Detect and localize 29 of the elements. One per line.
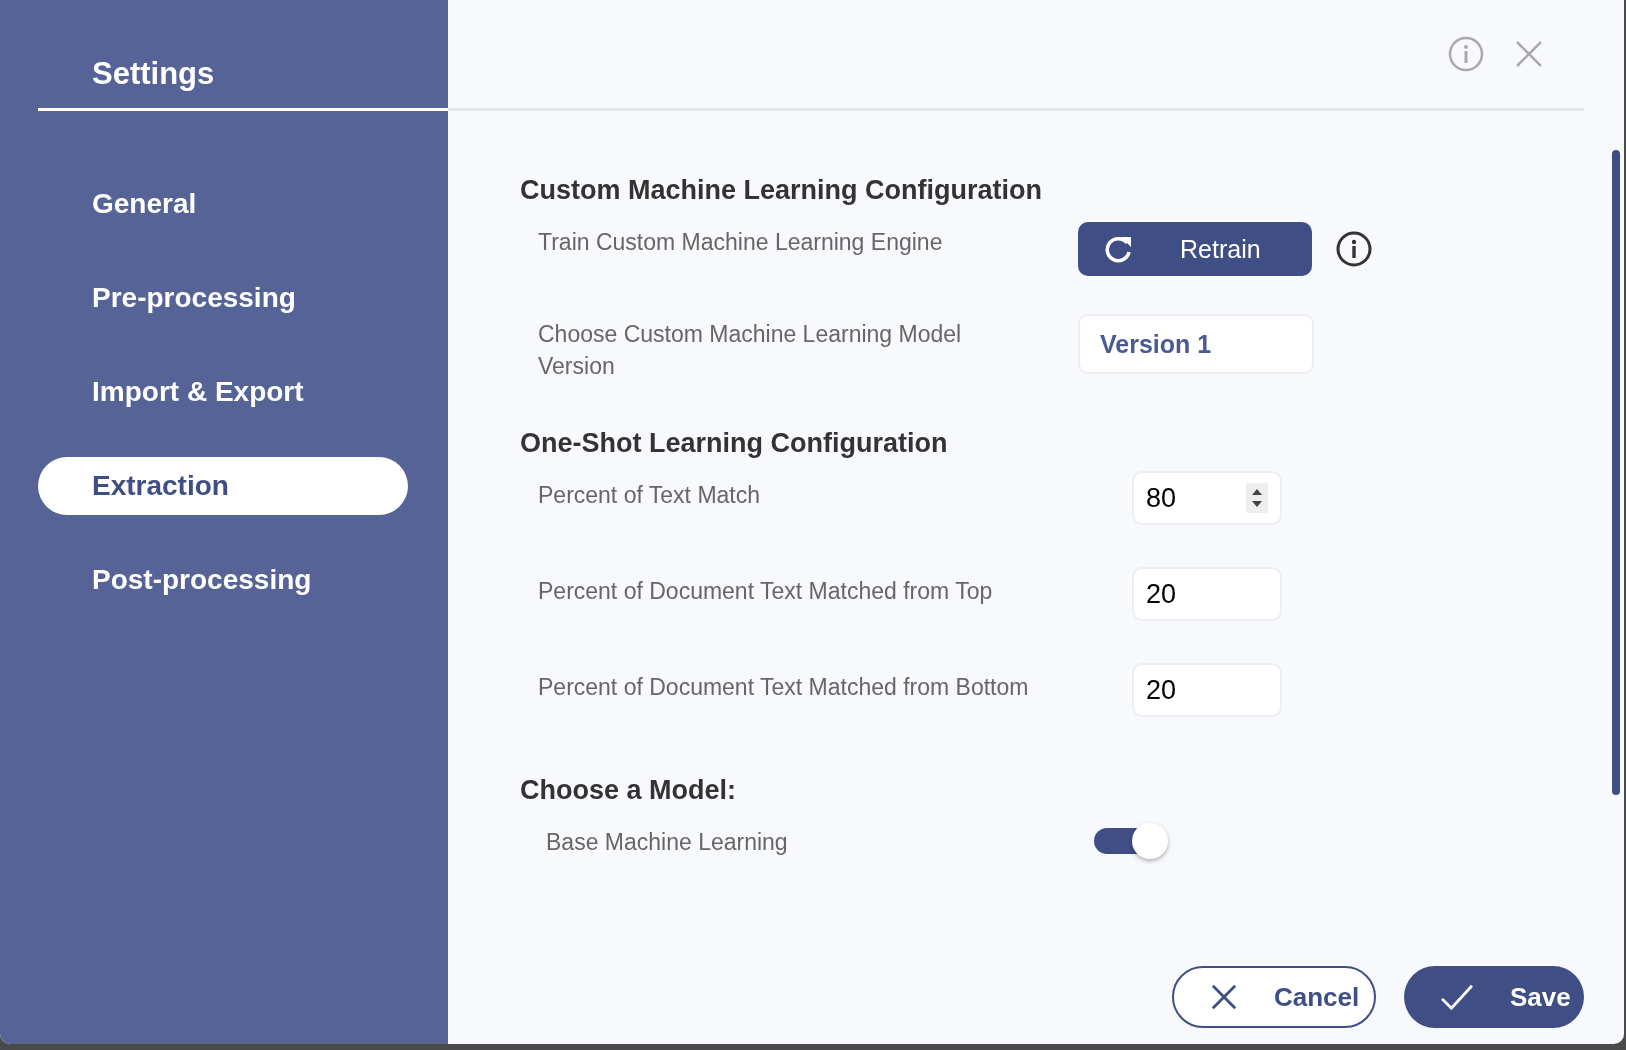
info-icon[interactable] <box>1336 231 1372 267</box>
setting-label: Base Machine Learning <box>546 828 789 857</box>
number-field[interactable]: 20 <box>1132 567 1282 621</box>
check-icon <box>1440 983 1474 1011</box>
close-icon[interactable] <box>1514 39 1544 69</box>
spinner-arrows-icon <box>1246 483 1268 513</box>
setting-label: Percent of Document Text Matched from Top <box>538 577 994 606</box>
setting-label: Percent of Text Match <box>538 481 761 510</box>
sidebar-item[interactable]: Extraction <box>38 457 408 515</box>
sidebar-item[interactable]: General <box>38 175 408 233</box>
scrollbar[interactable] <box>1612 150 1620 795</box>
sidebar-item[interactable]: Import & Export <box>38 363 408 421</box>
section-heading: One-Shot Learning Configuration <box>520 428 949 459</box>
save-button[interactable]: Save <box>1404 966 1584 1028</box>
section-heading: Choose a Model: <box>520 775 737 806</box>
retrain-button[interactable]: Retrain <box>1078 222 1312 276</box>
number-field[interactable]: 80 <box>1132 471 1282 525</box>
setting-label: Choose Custom Machine Learning Model Version <box>538 320 963 381</box>
model-version-field[interactable]: Version 1 <box>1078 314 1314 374</box>
sidebar-title: Settings <box>38 0 448 111</box>
section-heading: Custom Machine Learning Configuration <box>520 175 1043 206</box>
sidebar-item[interactable]: Pre-processing <box>38 269 408 327</box>
cancel-button[interactable]: Cancel <box>1172 966 1376 1028</box>
setting-label: Train Custom Machine Learning Engine <box>538 228 944 257</box>
toggle-switch[interactable] <box>1094 822 1170 860</box>
close-icon <box>1210 983 1238 1011</box>
sidebar-item[interactable]: Post-processing <box>38 551 408 609</box>
setting-label: Percent of Document Text Matched from Bottom <box>538 673 1030 702</box>
number-field[interactable]: 20 <box>1132 663 1282 717</box>
